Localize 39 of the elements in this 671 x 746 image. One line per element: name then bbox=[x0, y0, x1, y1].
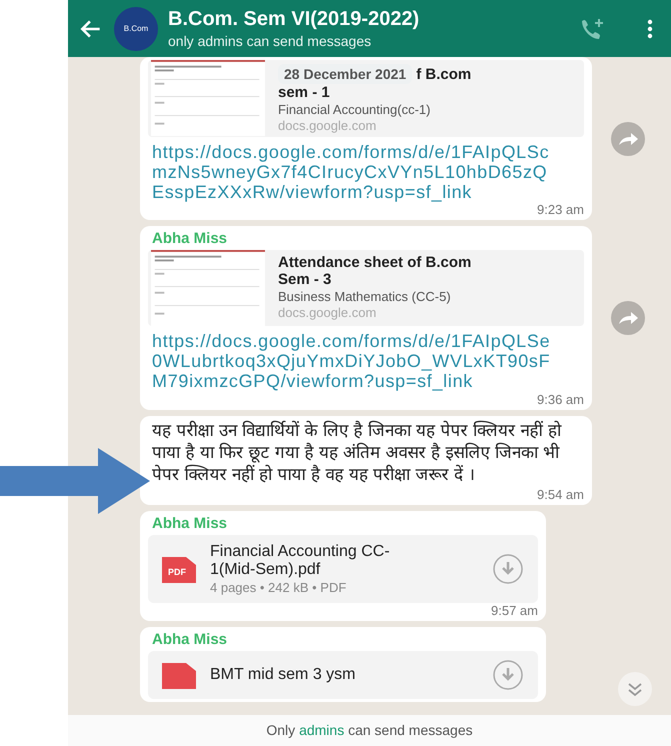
chat-subtitle: only admins can send messages bbox=[168, 33, 372, 49]
sender-name: Abha Miss bbox=[151, 630, 228, 650]
file-details: 4 pages • 242 kB • PDF bbox=[210, 580, 348, 596]
preview-domain: docs.google.com bbox=[278, 305, 378, 320]
forward-button-icon[interactable] bbox=[610, 120, 646, 157]
pdf-file-icon bbox=[162, 661, 196, 690]
download-icon[interactable] bbox=[492, 659, 524, 692]
scroll-down-icon[interactable] bbox=[617, 671, 653, 707]
admins-only-notice: Only admins can send messages bbox=[68, 715, 671, 746]
arrow-icon bbox=[0, 448, 150, 514]
pdf-file-icon: PDF bbox=[162, 555, 196, 584]
preview-description: Financial Accounting(cc-1) bbox=[278, 102, 432, 117]
file-name: Financial Accounting CC-1(Mid-Sem).pdf bbox=[210, 543, 391, 578]
preview-domain: docs.google.com bbox=[278, 118, 378, 133]
message-text: यह परीक्षा उन विद्यार्थियों के लिए है जिनका यह पेपर क्लियर नहीं हो पाया है या फिर छूट गया है यह अंतिम अवसर है इसलिए जिनका भी पेपर क्लियर नहीं हो पाया है वह यह परीक्षा जरूर दें । bbox=[151, 420, 563, 487]
form-link[interactable]: https://docs.google.com/forms/d/e/1FAIpQLScmzNs5wneyGx7f4CIrucyCxVYn5L10hbD65zQEsspEzXXxRw/viewform?usp=sf_link bbox=[148, 137, 561, 202]
preview-title: Sem - 3 bbox=[278, 271, 332, 288]
preview-description: Business Mathematics (CC-5) bbox=[278, 289, 452, 304]
link-preview[interactable]: Attendance sheet of B.com Sem - 3 Business Mathematics (CC-5) docs.google.com bbox=[148, 250, 584, 326]
menu-icon[interactable] bbox=[647, 18, 653, 38]
chat-title: B.Com. Sem VI(2019-2022) bbox=[168, 8, 420, 31]
group-avatar[interactable]: B.Com bbox=[114, 6, 158, 50]
message-time: 9:57 am bbox=[490, 603, 538, 618]
preview-title: sem - 1 bbox=[278, 84, 331, 101]
message-time: 9:23 am bbox=[536, 202, 584, 218]
date-pill: 28 December 2021 bbox=[278, 64, 412, 84]
preview-title: Attendance sheet of B.com bbox=[278, 254, 472, 272]
forward-button-icon[interactable] bbox=[610, 300, 646, 336]
preview-title: f B.com bbox=[416, 66, 472, 82]
sender-name: Abha Miss bbox=[151, 514, 228, 534]
file-attachment[interactable]: BMT mid sem 3 ysm bbox=[148, 651, 538, 700]
form-link[interactable]: https://docs.google.com/forms/d/e/1FAIpQLSe0WLubrtkoq3xQjuYmxDiYJobO_WVLxKT90sFM79ixmzcGPQ/viewform?usp=sf_link bbox=[148, 326, 561, 392]
message-time: 9:36 am bbox=[536, 392, 584, 407]
link-preview[interactable]: 28 December 2021 f B.com sem - 1 Financial Accounting(cc-1) docs.google.com bbox=[148, 60, 584, 137]
message-time: 9:54 am bbox=[536, 487, 584, 502]
file-attachment[interactable]: PDF Financial Accounting CC-1(Mid-Sem).pdf 4 pages • 242 kB • PDF bbox=[148, 535, 538, 604]
file-name: BMT mid sem 3 ysm bbox=[210, 666, 356, 684]
download-icon[interactable] bbox=[492, 553, 524, 586]
sender-name: Abha Miss bbox=[151, 229, 228, 250]
